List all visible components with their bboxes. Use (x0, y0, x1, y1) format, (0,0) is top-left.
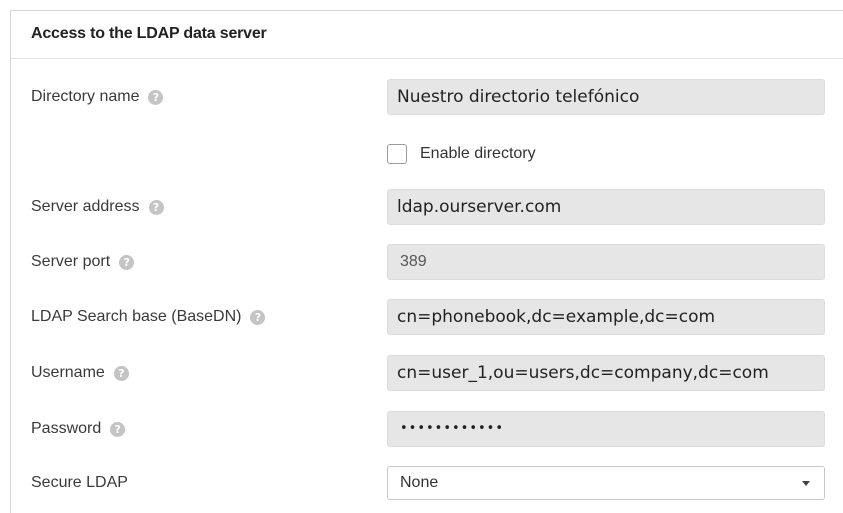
password-row: Password ? •••••••••••• (11, 411, 843, 447)
chevron-down-icon (802, 481, 810, 486)
help-icon[interactable]: ? (148, 89, 164, 105)
server-port-label-wrap: Server port ? (31, 244, 135, 280)
server-port-label: Server port (31, 253, 111, 270)
search-base-label: LDAP Search base (BaseDN) (31, 308, 242, 325)
password-field[interactable]: •••••••••••• (387, 411, 825, 447)
enable-directory-checkbox[interactable] (387, 144, 407, 164)
server-port-row: Server port ? 389 (11, 244, 843, 280)
password-label: Password (31, 420, 102, 437)
secure-ldap-select[interactable]: None (387, 466, 825, 500)
server-address-label-wrap: Server address ? (31, 189, 164, 225)
secure-ldap-row: Secure LDAP None (11, 466, 843, 502)
section-title: Access to the LDAP data server (31, 25, 267, 42)
secure-ldap-value: None (400, 474, 439, 491)
username-label: Username (31, 364, 105, 381)
help-icon[interactable]: ? (119, 254, 135, 270)
server-address-field[interactable]: ldap.ourserver.com (387, 189, 825, 225)
username-label-wrap: Username ? (31, 355, 129, 391)
help-icon[interactable]: ? (113, 365, 129, 381)
search-base-label-wrap: LDAP Search base (BaseDN) ? (31, 299, 266, 335)
server-address-row: Server address ? ldap.ourserver.com (11, 189, 843, 225)
username-field[interactable]: cn=user_1,ou=users,dc=company,dc=com (387, 355, 825, 391)
directory-name-label-wrap: Directory name ? (31, 79, 164, 115)
username-row: Username ? cn=user_1,ou=users,dc=company… (11, 355, 843, 391)
directory-name-row: Directory name ? Nuestro directorio tele… (11, 79, 843, 115)
secure-ldap-label: Secure LDAP (31, 474, 128, 491)
directory-name-field[interactable]: Nuestro directorio telefónico (387, 79, 825, 115)
password-label-wrap: Password ? (31, 411, 126, 447)
ldap-access-panel: Access to the LDAP data server Directory… (10, 10, 843, 513)
panel-header: Access to the LDAP data server (11, 11, 843, 59)
help-icon[interactable]: ? (148, 199, 164, 215)
enable-directory-label[interactable]: Enable directory (420, 145, 536, 163)
enable-directory-row[interactable]: Enable directory (387, 142, 536, 166)
server-address-label: Server address (31, 198, 140, 215)
directory-name-label: Directory name (31, 88, 140, 105)
search-base-field[interactable]: cn=phonebook,dc=example,dc=com (387, 299, 825, 335)
server-port-field[interactable]: 389 (387, 244, 825, 280)
search-base-row: LDAP Search base (BaseDN) ? cn=phonebook… (11, 299, 843, 335)
help-icon[interactable]: ? (250, 309, 266, 325)
secure-ldap-label-wrap: Secure LDAP (31, 466, 128, 500)
help-icon[interactable]: ? (110, 421, 126, 437)
